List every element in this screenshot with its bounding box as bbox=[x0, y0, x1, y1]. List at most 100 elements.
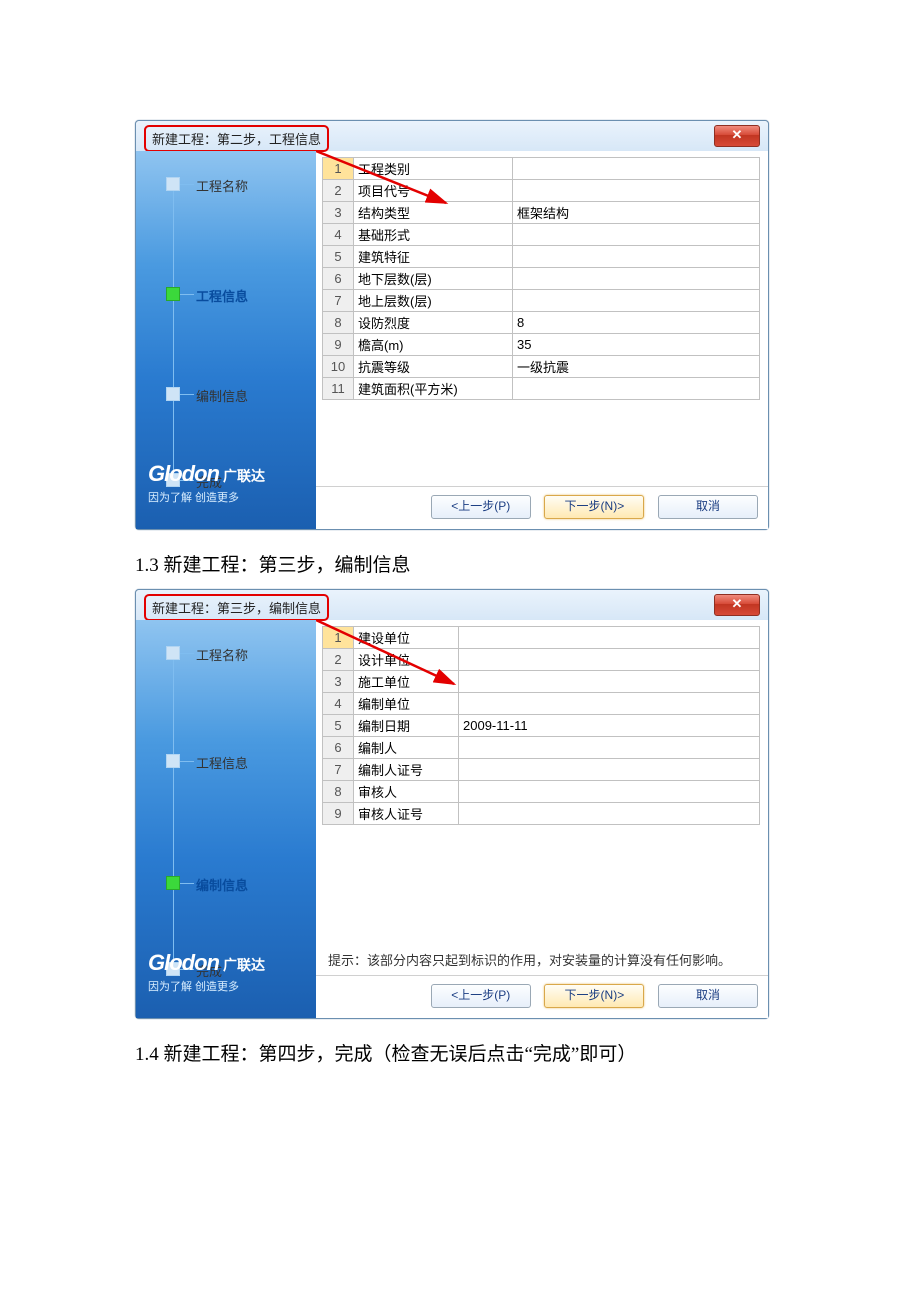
table-row[interactable]: 10抗震等级一级抗震 bbox=[323, 356, 760, 378]
row-number: 10 bbox=[323, 356, 354, 378]
property-value[interactable]: 2009-11-11 bbox=[459, 715, 760, 737]
properties-table[interactable]: 1工程类别2项目代号3结构类型框架结构4基础形式5建筑特征6地下层数(层)7地上… bbox=[322, 157, 760, 400]
property-value[interactable] bbox=[513, 378, 760, 400]
brand: Glodon广联达 因为了解 创造更多 bbox=[148, 950, 265, 994]
row-number: 1 bbox=[323, 158, 354, 180]
row-number: 9 bbox=[323, 803, 354, 825]
prev-button[interactable]: <上一步(P) bbox=[431, 984, 531, 1008]
row-number: 6 bbox=[323, 737, 354, 759]
row-number: 1 bbox=[323, 627, 354, 649]
property-label: 建筑特征 bbox=[354, 246, 513, 268]
wizard-footer: <上一步(P) 下一步(N)> 取消 bbox=[316, 486, 768, 529]
table-row[interactable]: 7地上层数(层) bbox=[323, 290, 760, 312]
property-value[interactable] bbox=[513, 158, 760, 180]
property-label: 基础形式 bbox=[354, 224, 513, 246]
table-row[interactable]: 2设计单位 bbox=[323, 649, 760, 671]
property-label: 设防烈度 bbox=[354, 312, 513, 334]
cancel-button[interactable]: 取消 bbox=[658, 984, 758, 1008]
prev-button[interactable]: <上一步(P) bbox=[431, 495, 531, 519]
row-number: 7 bbox=[323, 759, 354, 781]
property-label: 审核人证号 bbox=[354, 803, 459, 825]
wizard-main: 1工程类别2项目代号3结构类型框架结构4基础形式5建筑特征6地下层数(层)7地上… bbox=[316, 151, 768, 529]
property-label: 建设单位 bbox=[354, 627, 459, 649]
dialog-title-bar: 新建工程：第二步，工程信息 ✕ bbox=[136, 121, 768, 151]
property-value[interactable]: 35 bbox=[513, 334, 760, 356]
table-row[interactable]: 6地下层数(层) bbox=[323, 268, 760, 290]
property-label: 建筑面积(平方米) bbox=[354, 378, 513, 400]
table-row[interactable]: 9审核人证号 bbox=[323, 803, 760, 825]
property-label: 施工单位 bbox=[354, 671, 459, 693]
property-value[interactable] bbox=[513, 268, 760, 290]
property-value[interactable] bbox=[513, 246, 760, 268]
property-value[interactable] bbox=[459, 627, 760, 649]
row-number: 4 bbox=[323, 693, 354, 715]
property-value[interactable] bbox=[513, 290, 760, 312]
property-value[interactable] bbox=[459, 671, 760, 693]
table-row[interactable]: 3结构类型框架结构 bbox=[323, 202, 760, 224]
table-row[interactable]: 11建筑面积(平方米) bbox=[323, 378, 760, 400]
properties-table[interactable]: 1建设单位2设计单位3施工单位4编制单位5编制日期2009-11-116编制人7… bbox=[322, 626, 760, 825]
step-label[interactable]: 工程信息 bbox=[196, 753, 248, 772]
step-marker bbox=[166, 876, 180, 890]
cancel-button[interactable]: 取消 bbox=[658, 495, 758, 519]
row-number: 3 bbox=[323, 202, 354, 224]
table-row[interactable]: 7编制人证号 bbox=[323, 759, 760, 781]
close-button[interactable]: ✕ bbox=[714, 125, 760, 147]
property-label: 审核人 bbox=[354, 781, 459, 803]
row-number: 2 bbox=[323, 649, 354, 671]
step-marker bbox=[166, 646, 180, 660]
step-label[interactable]: 工程信息 bbox=[196, 286, 248, 305]
row-number: 6 bbox=[323, 268, 354, 290]
table-row[interactable]: 6编制人 bbox=[323, 737, 760, 759]
table-row[interactable]: 2项目代号 bbox=[323, 180, 760, 202]
step-label[interactable]: 工程名称 bbox=[196, 176, 248, 195]
table-row[interactable]: 1建设单位 bbox=[323, 627, 760, 649]
row-number: 3 bbox=[323, 671, 354, 693]
row-number: 5 bbox=[323, 715, 354, 737]
table-row[interactable]: 8设防烈度8 bbox=[323, 312, 760, 334]
table-row[interactable]: 5编制日期2009-11-11 bbox=[323, 715, 760, 737]
wizard-footer: <上一步(P) 下一步(N)> 取消 bbox=[316, 975, 768, 1018]
wizard-dialog-step2: 新建工程：第二步，工程信息 ✕ 工程名称 bbox=[135, 120, 769, 530]
property-value[interactable] bbox=[513, 180, 760, 202]
property-value[interactable]: 框架结构 bbox=[513, 202, 760, 224]
table-row[interactable]: 1工程类别 bbox=[323, 158, 760, 180]
row-number: 9 bbox=[323, 334, 354, 356]
next-button[interactable]: 下一步(N)> bbox=[544, 495, 644, 519]
close-button[interactable]: ✕ bbox=[714, 594, 760, 616]
property-value[interactable] bbox=[513, 224, 760, 246]
brand-cn: 广联达 bbox=[223, 957, 265, 973]
step-label[interactable]: 编制信息 bbox=[196, 875, 248, 894]
brand-cn: 广联达 bbox=[223, 468, 265, 484]
property-value[interactable]: 8 bbox=[513, 312, 760, 334]
brand-sub: 因为了解 创造更多 bbox=[148, 978, 265, 994]
section-caption: 1.3 新建工程：第三步，编制信息 bbox=[135, 550, 920, 577]
property-label: 抗震等级 bbox=[354, 356, 513, 378]
property-value[interactable] bbox=[459, 693, 760, 715]
property-value[interactable] bbox=[459, 781, 760, 803]
dialog-title: 新建工程：第二步，工程信息 bbox=[144, 125, 329, 152]
row-number: 8 bbox=[323, 312, 354, 334]
property-label: 编制人证号 bbox=[354, 759, 459, 781]
table-row[interactable]: 4编制单位 bbox=[323, 693, 760, 715]
table-row[interactable]: 4基础形式 bbox=[323, 224, 760, 246]
property-value[interactable] bbox=[459, 803, 760, 825]
property-label: 项目代号 bbox=[354, 180, 513, 202]
table-row[interactable]: 5建筑特征 bbox=[323, 246, 760, 268]
step-marker bbox=[166, 387, 180, 401]
property-label: 工程类别 bbox=[354, 158, 513, 180]
row-number: 7 bbox=[323, 290, 354, 312]
property-value[interactable] bbox=[459, 737, 760, 759]
table-row[interactable]: 8审核人 bbox=[323, 781, 760, 803]
table-row[interactable]: 3施工单位 bbox=[323, 671, 760, 693]
property-value[interactable] bbox=[459, 649, 760, 671]
property-value[interactable] bbox=[459, 759, 760, 781]
table-row[interactable]: 9檐高(m)35 bbox=[323, 334, 760, 356]
property-value[interactable]: 一级抗震 bbox=[513, 356, 760, 378]
row-number: 11 bbox=[323, 378, 354, 400]
step-label[interactable]: 编制信息 bbox=[196, 386, 248, 405]
row-number: 4 bbox=[323, 224, 354, 246]
step-label[interactable]: 工程名称 bbox=[196, 645, 248, 664]
property-label: 设计单位 bbox=[354, 649, 459, 671]
next-button[interactable]: 下一步(N)> bbox=[544, 984, 644, 1008]
